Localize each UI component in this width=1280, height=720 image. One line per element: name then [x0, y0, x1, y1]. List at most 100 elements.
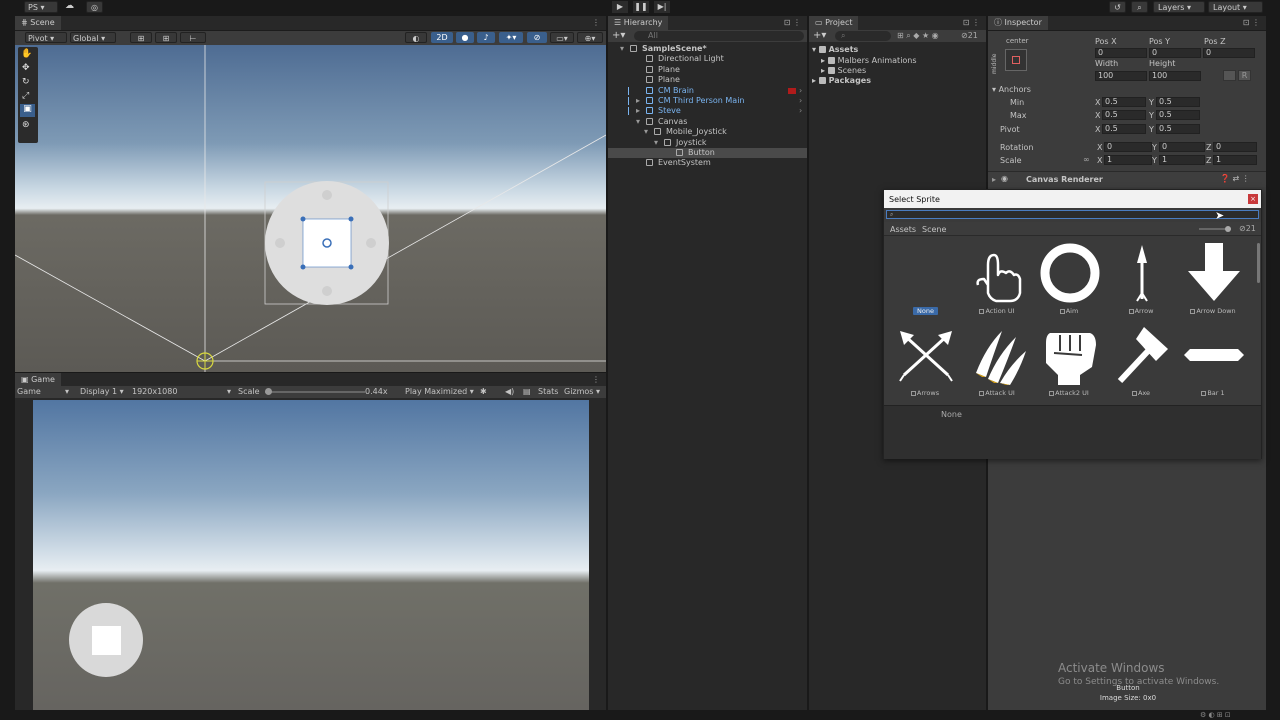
- scene-viewport[interactable]: ✋ ✥ ↻ ⤢ ▣ ⊛: [15, 45, 606, 372]
- step-button[interactable]: ▶|: [654, 1, 670, 13]
- foldout-arrow-icon[interactable]: ▸: [636, 106, 640, 116]
- hierarchy-item[interactable]: ▾ Mobile_Joystick: [608, 127, 807, 137]
- sprite-item-none[interactable]: None: [890, 241, 962, 321]
- tab-scene[interactable]: Scene: [922, 225, 946, 234]
- more-icon[interactable]: ⋮: [592, 18, 600, 27]
- hierarchy-item[interactable]: CM Brain ›: [608, 86, 807, 96]
- blueprint-mode-button[interactable]: [1223, 70, 1236, 81]
- effects-icon[interactable]: ✦▾: [499, 32, 523, 43]
- game-viewport[interactable]: [33, 400, 589, 710]
- max-y-field[interactable]: 0.5: [1156, 110, 1200, 120]
- mode-2d-button[interactable]: 2D: [431, 32, 453, 43]
- pivot-y-field[interactable]: 0.5: [1156, 124, 1200, 134]
- foldout-arrow-icon[interactable]: ▾: [636, 117, 640, 127]
- foldout-arrow-icon[interactable]: ▾: [620, 44, 624, 54]
- slider-thumb[interactable]: [1225, 226, 1231, 232]
- history-icon[interactable]: ↺: [1109, 1, 1126, 13]
- camera-icon[interactable]: ▭▾: [550, 32, 574, 43]
- height-field[interactable]: 100: [1149, 71, 1201, 81]
- layers-dropdown[interactable]: Layers ▾: [1153, 1, 1205, 13]
- pos-z-field[interactable]: 0: [1203, 48, 1255, 58]
- search-icon[interactable]: ⌕: [1131, 1, 1148, 13]
- collab-icon[interactable]: ◎: [86, 1, 103, 13]
- hierarchy-item[interactable]: Plane: [608, 65, 807, 75]
- sprite-search-input[interactable]: ⌕: [886, 210, 1259, 219]
- raw-edit-button[interactable]: R: [1238, 70, 1251, 81]
- chevron-right-icon[interactable]: ›: [799, 86, 802, 96]
- pos-x-field[interactable]: 0: [1095, 48, 1147, 58]
- pivot-x-field[interactable]: 0.5: [1102, 124, 1146, 134]
- sprite-item-arrow[interactable]: Arrow: [1106, 241, 1178, 321]
- rotate-tool-icon[interactable]: ↻: [22, 77, 30, 87]
- sprite-item-action-ui[interactable]: Action UI: [962, 241, 1034, 321]
- foldout-arrow-icon[interactable]: ▾: [644, 127, 648, 137]
- pos-y-field[interactable]: 0: [1149, 48, 1201, 58]
- hierarchy-item[interactable]: ▸ Steve ›: [608, 106, 807, 116]
- hand-tool-icon[interactable]: ✋: [21, 49, 32, 59]
- status-icons[interactable]: ⚙ ◐ ⊞ ⊡: [1200, 711, 1231, 719]
- grid-icon[interactable]: ⊞: [155, 32, 177, 43]
- foldout-arrow-icon[interactable]: ▸: [636, 96, 640, 106]
- hierarchy-item[interactable]: EventSystem: [608, 158, 807, 168]
- cloud-icon[interactable]: ☁: [65, 1, 79, 13]
- foldout-arrow-icon[interactable]: ▾: [654, 138, 658, 148]
- layout-dropdown[interactable]: Layout ▾: [1208, 1, 1263, 13]
- anchor-presets-button[interactable]: [1005, 49, 1027, 71]
- project-item-scenes[interactable]: ▸ Scenes: [821, 66, 866, 76]
- hierarchy-item[interactable]: ▾ SampleScene*: [608, 44, 807, 54]
- account-dropdown[interactable]: PS ▾: [24, 1, 58, 13]
- pause-button[interactable]: ❚❚: [633, 1, 649, 13]
- rotation-z-field[interactable]: 0: [1213, 142, 1257, 152]
- min-y-field[interactable]: 0.5: [1156, 97, 1200, 107]
- project-item-packages[interactable]: ▸ Packages: [812, 76, 871, 86]
- sprite-item-bar-1[interactable]: Bar 1: [1178, 323, 1250, 403]
- sprite-grid-scrollbar[interactable]: [1257, 243, 1260, 283]
- scale-tool-icon[interactable]: ⤢: [22, 91, 29, 101]
- tab-game[interactable]: ▣ Game: [15, 373, 61, 387]
- lighting-icon[interactable]: ●: [456, 32, 474, 43]
- hierarchy-item[interactable]: Plane: [608, 75, 807, 85]
- global-dropdown[interactable]: Global ▾: [70, 32, 116, 43]
- hierarchy-item[interactable]: Directional Light: [608, 54, 807, 64]
- project-search-input[interactable]: ⌕: [835, 31, 891, 41]
- sprite-item-aim[interactable]: Aim: [1034, 241, 1106, 321]
- display-mode-dropdown[interactable]: Game: [17, 387, 41, 396]
- resolution-dropdown[interactable]: 1920x1080: [132, 387, 177, 396]
- hierarchy-item[interactable]: ▾ Joystick: [608, 138, 807, 148]
- bug-icon[interactable]: ✱: [480, 387, 487, 396]
- chevron-right-icon[interactable]: ›: [799, 106, 802, 116]
- filter-icons[interactable]: ⊞ ⌕ ◆ ★ ◉: [897, 31, 939, 41]
- more-icon[interactable]: ⋮: [592, 375, 600, 384]
- tab-scene[interactable]: ⋕ Scene: [15, 16, 61, 30]
- rotation-x-field[interactable]: 0: [1104, 142, 1152, 152]
- grid-snap-icon[interactable]: ⊞: [130, 32, 152, 43]
- gizmos-dropdown[interactable]: Gizmos ▾: [564, 387, 600, 396]
- scale-y-field[interactable]: 1: [1159, 155, 1205, 165]
- project-item-assets[interactable]: ▾ Assets: [812, 45, 858, 55]
- rect-tool-icon[interactable]: ▣: [20, 104, 35, 117]
- min-x-field[interactable]: 0.5: [1102, 97, 1146, 107]
- canvas-renderer-header[interactable]: ▸ ◉ Canvas Renderer ❓ ⇄ ⋮: [988, 171, 1266, 187]
- scale-z-field[interactable]: 1: [1213, 155, 1257, 165]
- shading-mode-icon[interactable]: ◐: [405, 32, 427, 43]
- joystick-button[interactable]: [92, 626, 121, 655]
- tab-hierarchy[interactable]: ☰ Hierarchy: [608, 16, 669, 30]
- layout-icon[interactable]: ▤: [523, 387, 531, 396]
- anchors-foldout[interactable]: ▾ Anchors: [992, 85, 1031, 94]
- scale-slider[interactable]: [265, 388, 365, 395]
- lock-icon[interactable]: ⊡ ⋮: [1243, 18, 1260, 27]
- add-icon[interactable]: +▾: [612, 30, 625, 41]
- hierarchy-search-input[interactable]: All: [634, 31, 804, 41]
- lock-icon[interactable]: ⊡ ⋮: [963, 18, 980, 27]
- hierarchy-item[interactable]: ▸ CM Third Person Main ›: [608, 96, 807, 106]
- hierarchy-item[interactable]: Button: [608, 148, 807, 158]
- component-menu-icons[interactable]: ❓ ⇄ ⋮: [1220, 174, 1250, 183]
- lock-icon[interactable]: ⊡ ⋮: [784, 18, 801, 27]
- gizmos-icon[interactable]: ⊕▾: [577, 32, 603, 43]
- tab-assets[interactable]: Assets: [890, 225, 916, 234]
- max-x-field[interactable]: 0.5: [1102, 110, 1146, 120]
- mute-audio-icon[interactable]: ◀): [505, 387, 514, 396]
- play-button[interactable]: ▶: [612, 1, 628, 13]
- tab-project[interactable]: ▭ Project: [809, 16, 859, 30]
- sprite-item-arrow-down[interactable]: Arrow Down: [1178, 241, 1250, 321]
